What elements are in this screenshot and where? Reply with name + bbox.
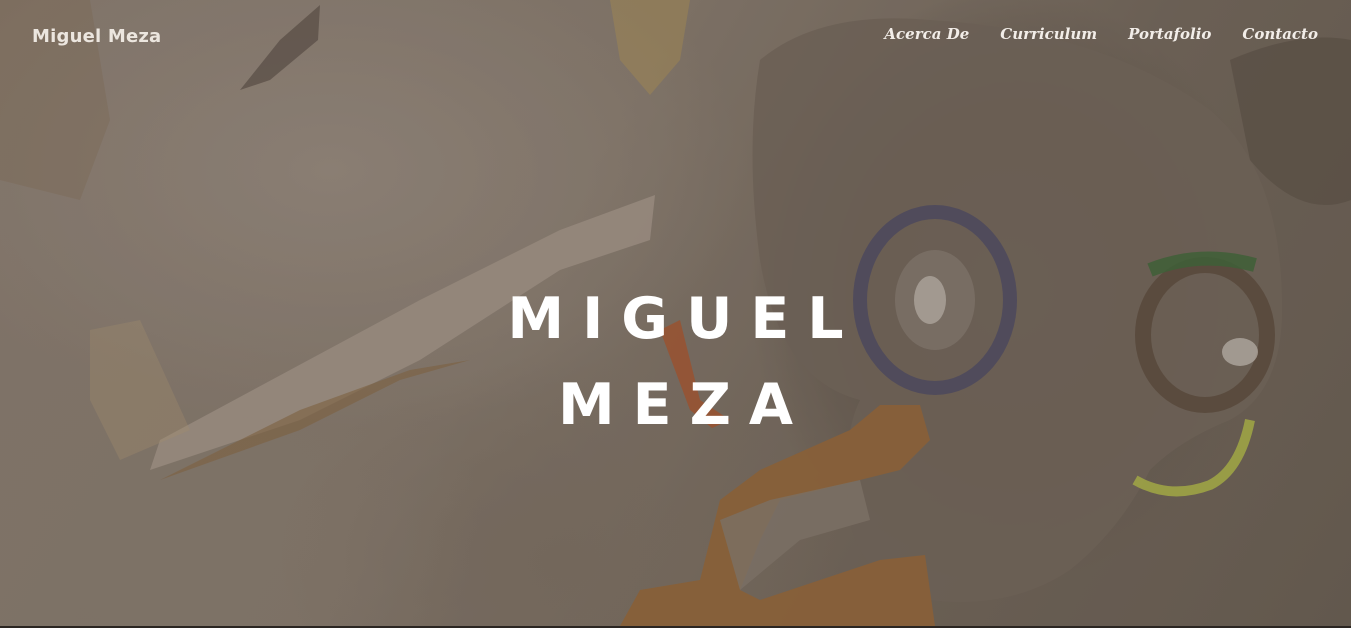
- hero-title: MIGUEL MEZA: [0, 276, 1351, 448]
- nav-link-curriculum[interactable]: Curriculum: [1000, 25, 1097, 43]
- nav-link-acerca-de[interactable]: Acerca De: [884, 25, 969, 43]
- hero-section: Miguel Meza Acerca De Curriculum Portafo…: [0, 0, 1351, 626]
- main-nav: Acerca De Curriculum Portafolio Contacto: [884, 25, 1318, 43]
- hero-title-line-1: MIGUEL: [507, 286, 862, 352]
- nav-link-portafolio[interactable]: Portafolio: [1128, 25, 1211, 43]
- brand-logo-link[interactable]: Miguel Meza: [32, 26, 161, 47]
- nav-link-contacto[interactable]: Contacto: [1242, 25, 1318, 43]
- hero-title-line-2: MEZA: [557, 372, 812, 438]
